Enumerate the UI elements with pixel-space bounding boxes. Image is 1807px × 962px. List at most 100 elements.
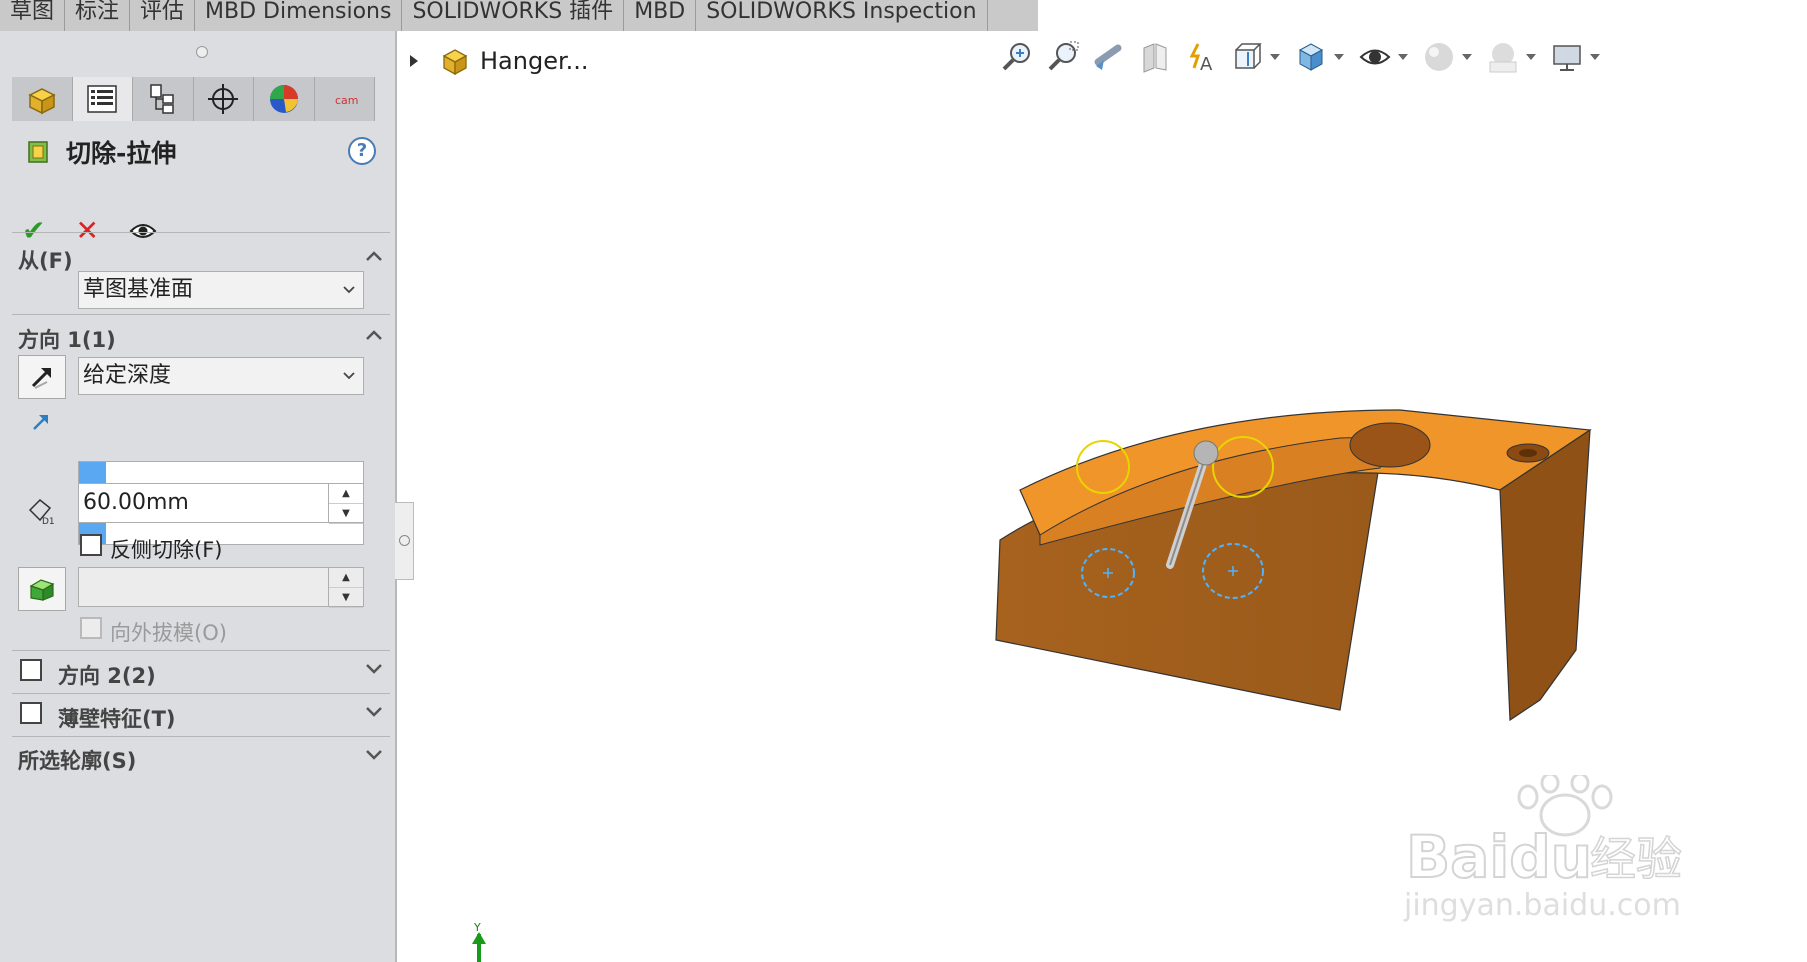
previous-view-icon[interactable] <box>1092 40 1126 74</box>
edit-appearance-icon[interactable] <box>1422 40 1456 74</box>
draft-icon <box>29 579 55 601</box>
watermark-brand: Baidu <box>1406 823 1592 891</box>
end-condition-value: 给定深度 <box>83 363 172 388</box>
configuration-manager-tab[interactable] <box>133 77 194 121</box>
direction2-section-header[interactable]: 方向 2(2) <box>58 660 156 690</box>
spin-down-button[interactable]: ▼ <box>329 504 363 524</box>
tab-mbd-dimensions[interactable]: MBD Dimensions <box>195 0 403 31</box>
spin-up-button: ▲ <box>329 568 363 588</box>
feature-manager-icon <box>28 88 56 115</box>
tab-solidworks-addins[interactable]: SOLIDWORKS 插件 <box>402 0 625 31</box>
hanger-part-model[interactable] <box>980 390 1620 730</box>
display-manager-tab[interactable] <box>254 77 315 121</box>
cam-icon: cam <box>335 94 359 107</box>
baidu-jingyan-watermark: Baidu 经验 jingyan.baidu.com <box>1400 772 1740 930</box>
reverse-direction-icon <box>31 368 51 389</box>
tab-sketch[interactable]: 草图 <box>0 0 66 31</box>
zoom-to-area-icon[interactable] <box>1046 40 1080 74</box>
spin-down-button: ▼ <box>329 588 363 608</box>
chevron-down-icon[interactable] <box>365 660 383 678</box>
divider <box>12 736 390 737</box>
depth-value: 60.00mm <box>83 490 189 515</box>
chevron-down-icon[interactable] <box>365 746 383 764</box>
from-section-header[interactable]: 从(F) <box>18 245 73 275</box>
view-orientation-icon[interactable] <box>1230 40 1264 74</box>
divider <box>12 693 390 694</box>
selected-contours-section-header[interactable]: 所选轮廓(S) <box>18 745 136 775</box>
dynamic-annotation-icon[interactable]: A <box>1184 40 1218 74</box>
confirm-row: ✔ ✕ <box>22 214 157 247</box>
divider <box>12 232 390 233</box>
dropdown-arrow-icon[interactable] <box>1590 54 1600 60</box>
view-settings-icon[interactable] <box>1550 40 1584 74</box>
configuration-manager-icon <box>150 84 174 114</box>
svg-text:A: A <box>1200 54 1213 74</box>
cam-manager-tab[interactable]: cam <box>315 77 375 121</box>
direction-vector-icon <box>33 415 48 430</box>
tab-markup[interactable]: 标注 <box>65 0 131 31</box>
display-manager-icon <box>269 85 298 113</box>
detailed-preview-eye-icon[interactable] <box>129 221 157 241</box>
feature-title: 切除-拉伸 <box>66 139 177 168</box>
tree-root-name: Hanger... <box>480 47 589 75</box>
from-select[interactable]: 草图基准面 <box>78 271 364 309</box>
panel-collapse-handle[interactable] <box>395 502 414 580</box>
reference-triad: Y <box>472 922 486 962</box>
feature-tree-flyout[interactable]: Hanger... <box>410 46 589 76</box>
cut-extrude-icon <box>28 141 48 163</box>
manager-icon-tabs: cam <box>12 77 375 121</box>
dimxpert-manager-tab[interactable] <box>194 77 254 121</box>
triad-y-label: Y <box>473 922 481 934</box>
property-manager-icon <box>87 85 117 113</box>
property-manager-panel: cam 切除-拉伸 ? ✔ ✕ 从(F) 草图基准面 方向 1(1) 给定深度 … <box>0 31 397 962</box>
direction1-section-header[interactable]: 方向 1(1) <box>18 324 116 354</box>
dropdown-arrow-icon[interactable] <box>1462 54 1472 60</box>
depth-spinbox[interactable]: 60.00mm ▲ ▼ <box>78 483 364 524</box>
divider <box>12 650 390 651</box>
dropdown-arrow-icon[interactable] <box>1526 54 1536 60</box>
direction2-checkbox[interactable] <box>20 659 42 681</box>
chevron-down-icon <box>343 286 355 294</box>
chevron-up-icon[interactable] <box>365 247 383 265</box>
section-view-icon[interactable] <box>1138 40 1172 74</box>
divider <box>12 314 390 315</box>
draft-toggle-button[interactable] <box>18 567 66 611</box>
tab-mbd[interactable]: MBD <box>624 0 697 31</box>
expand-caret-icon[interactable] <box>410 55 418 67</box>
apply-scene-icon[interactable] <box>1486 40 1520 74</box>
reverse-direction-button[interactable] <box>18 355 66 399</box>
zoom-to-fit-icon[interactable] <box>1000 40 1034 74</box>
ok-check-icon[interactable]: ✔ <box>22 214 45 247</box>
chevron-down-icon <box>343 372 355 380</box>
display-style-icon[interactable] <box>1294 40 1328 74</box>
chevron-up-icon[interactable] <box>365 326 383 344</box>
cancel-x-icon[interactable]: ✕ <box>75 214 98 247</box>
help-button[interactable]: ? <box>348 137 376 165</box>
tab-evaluate[interactable]: 评估 <box>130 0 196 31</box>
flip-side-checkbox[interactable] <box>80 534 102 556</box>
thin-feature-checkbox[interactable] <box>20 702 42 724</box>
draft-outward-checkbox <box>80 617 102 639</box>
dropdown-arrow-icon[interactable] <box>1270 54 1280 60</box>
thin-feature-section-header[interactable]: 薄壁特征(T) <box>58 703 176 733</box>
draft-angle-spinbox: ▲ ▼ <box>78 567 364 608</box>
dropdown-arrow-icon[interactable] <box>1398 54 1408 60</box>
feature-manager-tab[interactable] <box>12 77 73 121</box>
chevron-down-icon[interactable] <box>365 703 383 721</box>
depth-dimension-icon: D1 <box>28 498 55 526</box>
property-manager-tab[interactable] <box>72 77 133 121</box>
panel-grip-handle[interactable] <box>196 46 208 58</box>
feature-title-row: 切除-拉伸 ? <box>26 133 386 171</box>
from-select-value: 草图基准面 <box>83 277 194 302</box>
dropdown-arrow-icon[interactable] <box>1334 54 1344 60</box>
part-icon <box>442 49 468 76</box>
end-condition-select[interactable]: 给定深度 <box>78 357 364 395</box>
watermark-brand-cn: 经验 <box>1590 832 1682 886</box>
svg-text:D1: D1 <box>42 517 55 526</box>
spin-up-button[interactable]: ▲ <box>329 484 363 504</box>
hide-show-items-icon[interactable] <box>1358 40 1392 74</box>
tab-solidworks-inspection[interactable]: SOLIDWORKS Inspection <box>696 0 988 31</box>
heads-up-view-toolbar: A <box>1000 38 1614 76</box>
draft-outward-label: 向外拔模(O) <box>110 621 227 645</box>
watermark-url: jingyan.baidu.com <box>1403 888 1681 923</box>
